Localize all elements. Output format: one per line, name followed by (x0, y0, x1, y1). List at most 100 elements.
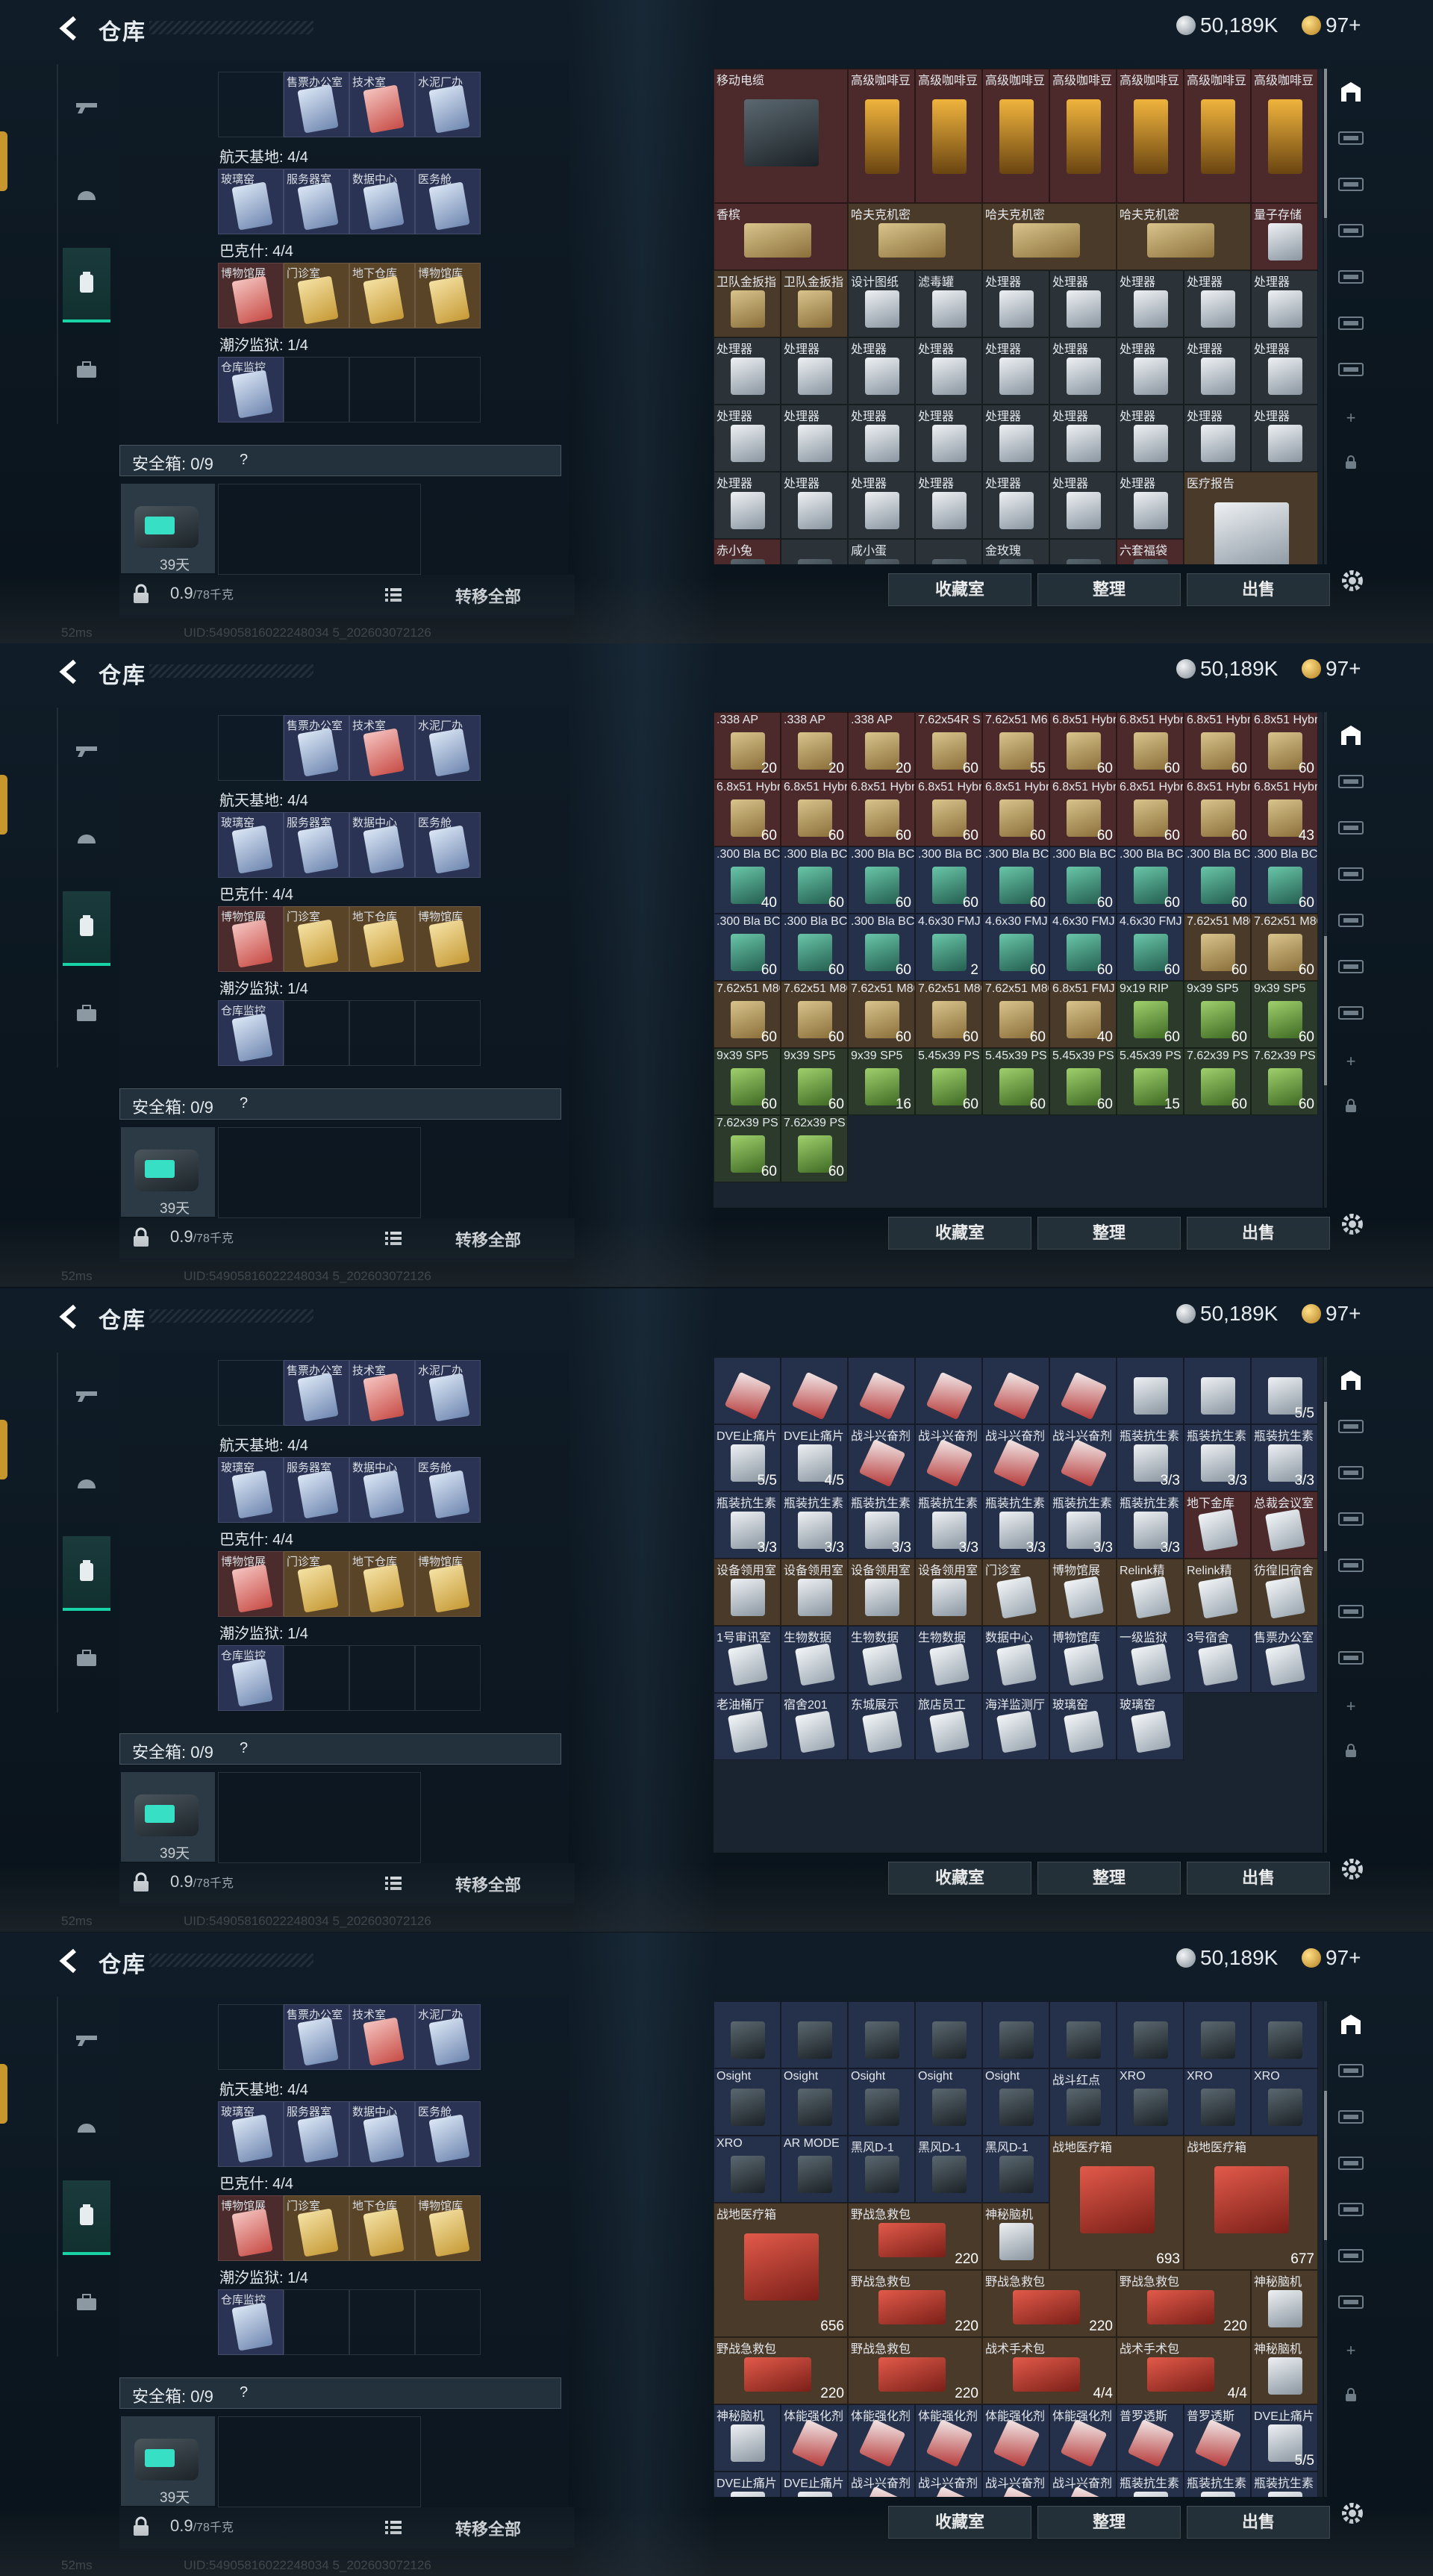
stash-item[interactable]: .300 Bla BCP FMJ 60 (848, 846, 915, 914)
stash-item[interactable] (781, 539, 848, 564)
stash-item[interactable]: 7.62x39 PS 60 (781, 1115, 848, 1182)
stash-item[interactable]: 生物数据 (915, 1626, 982, 1693)
stash-item[interactable]: 瓶装抗生素 3/3 (1117, 1491, 1184, 1559)
stash-item[interactable]: 9x39 SP5 16 (848, 1048, 915, 1115)
stash-item[interactable]: 战斗兴奋剂 (915, 2471, 982, 2497)
stash-item[interactable]: 一级监狱 (1117, 1626, 1184, 1693)
back-icon[interactable] (55, 1303, 85, 1330)
nav-tab-gun[interactable] (63, 72, 110, 143)
stash-item[interactable]: 7.62x51 M80 60 (848, 981, 915, 1048)
container-tab-2[interactable] (1334, 1459, 1367, 1491)
stash-item[interactable] (1117, 2001, 1184, 2068)
stash-item[interactable]: 战术手术包 4/4 (982, 2337, 1117, 2404)
stash-item[interactable]: 博物馆展 (1049, 1559, 1117, 1626)
keycard-slot[interactable]: 数据中心 (349, 169, 415, 234)
stash-item[interactable]: 玻璃窑 (1117, 1693, 1184, 1760)
keycard-slot[interactable]: 水泥厂办 (415, 72, 481, 137)
keycard-slot[interactable]: 门诊室 (284, 1551, 349, 1617)
keycard-slot[interactable] (218, 2004, 284, 2070)
stash-item[interactable] (1049, 539, 1117, 564)
stash-item[interactable]: 9x19 RIP 60 (1117, 981, 1184, 1048)
help-icon[interactable]: ? (240, 452, 248, 469)
container-tab-2[interactable] (1334, 170, 1367, 203)
warehouse-tab[interactable] (1334, 78, 1367, 110)
transfer-all-button[interactable]: 转移全部 (455, 1227, 521, 1251)
gold-currency[interactable]: 97+ (1302, 657, 1361, 681)
stash-item[interactable]: 4.6x30 FMJ SX 60 (1117, 914, 1184, 981)
stash-item[interactable]: 高级咖啡豆 (1049, 69, 1117, 203)
stash-item[interactable]: 老油桶厅 (714, 1693, 781, 1760)
stash-item[interactable]: .300 Bla BCP FMJ 60 (781, 846, 848, 914)
stash-item[interactable]: 瓶装抗生素 3/3 (1049, 1491, 1117, 1559)
stash-item[interactable]: 六套福袋 (1117, 539, 1184, 564)
nav-tab-backpack[interactable] (63, 891, 110, 966)
stash-item[interactable]: 6.8x51 Hybrid 60 (982, 779, 1049, 846)
scroll-thumb[interactable] (1324, 69, 1327, 218)
nav-tab-helmet[interactable] (63, 1448, 110, 1520)
stash-item[interactable]: 体能强化剂 (781, 2404, 848, 2471)
stash-item[interactable]: XRO (1184, 2068, 1251, 2136)
transfer-all-button[interactable]: 转移全部 (455, 1872, 521, 1896)
stash-item[interactable]: 战地医疗箱 677 (1184, 2136, 1318, 2270)
stash-item[interactable]: 神秘脑机 (1251, 2337, 1318, 2404)
container-tab-6[interactable] (1334, 1644, 1367, 1677)
back-icon[interactable] (55, 658, 85, 685)
keycard-slot[interactable]: 售票办公室 (284, 72, 349, 137)
keycard-slot[interactable]: 仓库监控 (218, 357, 284, 422)
stash-item[interactable]: 7.62x51 M80 60 (714, 981, 781, 1048)
keycard-slot[interactable]: 博物馆展 (218, 2195, 284, 2261)
container-tab-5[interactable] (1334, 1597, 1367, 1630)
stash-item[interactable]: XRO (714, 2136, 781, 2203)
nav-tab-helmet[interactable] (63, 2092, 110, 2164)
stash-item[interactable] (1184, 2001, 1251, 2068)
stash-item[interactable]: 处理器 (1117, 337, 1184, 405)
keycard-slot[interactable]: 门诊室 (284, 906, 349, 972)
nav-tab-backpack[interactable] (63, 2180, 110, 2255)
container-tab-2[interactable] (1334, 814, 1367, 846)
stash-item[interactable]: 6.8x51 Hybrid 60 (1049, 779, 1117, 846)
keycard-slot[interactable] (415, 1645, 481, 1711)
stash-item[interactable]: .300 Bla BCP FMJ 60 (1049, 846, 1117, 914)
stash-item[interactable]: Osight (781, 2068, 848, 2136)
stash-item[interactable]: 4.6x30 FMJ SX 2 (915, 914, 982, 981)
gear-icon[interactable] (1337, 2498, 1367, 2528)
container-tab-3[interactable] (1334, 1505, 1367, 1538)
stash-item[interactable]: 黑风D-1 (848, 2136, 915, 2203)
stash-item[interactable]: 处理器 (915, 337, 982, 405)
stash-item[interactable]: 1号审讯室 (714, 1626, 781, 1693)
stash-item[interactable]: 滤毒罐 (915, 270, 982, 337)
stash-item[interactable]: 6.8x51 Hybrid 60 (1049, 712, 1117, 779)
stash-item[interactable]: 售票办公室 (1251, 1626, 1318, 1693)
stash-item[interactable]: 瓶装抗生素 (1251, 2471, 1318, 2497)
stash-item[interactable]: 瓶装抗生素 3/3 (1251, 1424, 1318, 1491)
stash-item[interactable]: 处理器 (1184, 337, 1251, 405)
stash-item[interactable]: 6.8x51 Hybrid 60 (781, 779, 848, 846)
stash-item[interactable]: 处理器 (1049, 270, 1117, 337)
stash-item[interactable]: 战斗兴奋剂 (848, 2471, 915, 2497)
stash-item[interactable]: 处理器 (848, 472, 915, 539)
stash-item[interactable] (1049, 1357, 1117, 1424)
stash-item[interactable]: 6.8x51 Hybrid 60 (848, 779, 915, 846)
stash-item[interactable]: 7.62x54R SNB 60 (915, 712, 982, 779)
stash-item[interactable]: 处理器 (1184, 270, 1251, 337)
stash-item[interactable] (714, 1357, 781, 1424)
stash-item[interactable]: 5/5 (1251, 1357, 1318, 1424)
stash-item[interactable]: 3号宿舍 (1184, 1626, 1251, 1693)
stash-item[interactable]: 7.62x39 PS 60 (714, 1115, 781, 1182)
stash-item[interactable]: 旅店员工 (915, 1693, 982, 1760)
sell-button[interactable]: 出售 (1187, 1862, 1330, 1894)
stash-item[interactable]: 玻璃窑 (1049, 1693, 1117, 1760)
stash-item[interactable]: 瓶装抗生素 3/3 (781, 1491, 848, 1559)
stash-item[interactable]: 6.8x51 FMJ 40 (1049, 981, 1117, 1048)
keycard-slot[interactable] (349, 1645, 415, 1711)
stash-item[interactable]: .300 Bla BCP FMJ 60 (1251, 846, 1318, 914)
lock-container-button[interactable] (1334, 2380, 1367, 2413)
stash-item[interactable]: 野战急救包 220 (848, 2337, 982, 2404)
add-container-button[interactable]: + (1334, 1690, 1367, 1723)
stash-item[interactable]: 处理器 (1049, 405, 1117, 472)
keycard-slot[interactable] (218, 715, 284, 781)
stash-item[interactable]: 战术手术包 4/4 (1117, 2337, 1251, 2404)
help-icon[interactable]: ? (240, 1095, 248, 1112)
keycard-slot[interactable] (218, 72, 284, 137)
stash-item[interactable]: 瓶装抗生素 3/3 (1184, 1424, 1251, 1491)
